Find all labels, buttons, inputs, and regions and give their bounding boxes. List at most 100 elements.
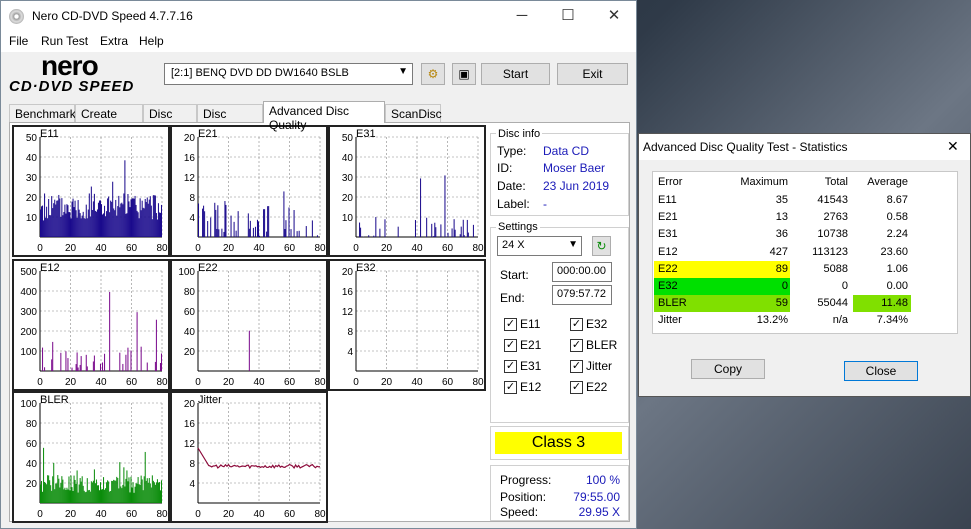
exit-button[interactable]: Exit xyxy=(557,63,628,85)
bar xyxy=(152,195,154,237)
disc-label-label: Label: xyxy=(497,197,530,211)
bar xyxy=(267,206,269,237)
bar xyxy=(46,484,48,503)
stats-cell-total: 10738 xyxy=(817,228,848,241)
bar xyxy=(152,480,154,503)
bar xyxy=(85,204,87,237)
tab-disc-quality[interactable]: Disc Quality xyxy=(197,104,263,135)
bar xyxy=(119,462,121,503)
bar xyxy=(82,485,84,503)
bar xyxy=(434,222,436,237)
y-tick-label: 20 xyxy=(342,267,354,278)
stats-cell-name: E12 xyxy=(658,245,678,258)
minimize-button[interactable]: ─ xyxy=(499,1,545,32)
y-tick-label: 4 xyxy=(189,479,195,490)
checkbox-bler[interactable]: ✓ xyxy=(570,339,583,352)
bar xyxy=(144,451,146,503)
bar xyxy=(73,475,75,503)
checkbox-e22[interactable]: ✓ xyxy=(570,381,583,394)
drive-select[interactable]: [2:1] BENQ DVD DD DW1640 BSLB ▼ xyxy=(164,63,413,85)
bar xyxy=(106,482,108,503)
x-tick-label: 40 xyxy=(95,377,107,388)
maximize-button[interactable]: ☐ xyxy=(545,1,591,32)
bar xyxy=(85,491,87,503)
y-tick-label: 10 xyxy=(26,213,38,224)
start-time-input[interactable]: 000:00.00 xyxy=(552,262,612,282)
checkbox-jitter[interactable]: ✓ xyxy=(570,360,583,373)
close-button[interactable]: Close xyxy=(844,361,918,381)
bar xyxy=(102,362,104,371)
floppy-disk-icon: ▣ xyxy=(458,67,470,81)
bar xyxy=(283,191,285,237)
speed-select[interactable]: 24 X ▼ xyxy=(497,236,582,256)
bar xyxy=(117,477,119,503)
bar xyxy=(154,484,156,503)
x-tick-label: 60 xyxy=(126,377,138,388)
bar xyxy=(43,447,45,503)
checkbox-e31[interactable]: ✓ xyxy=(504,360,517,373)
tab-create-disc[interactable]: Create Disc xyxy=(75,104,143,135)
bar xyxy=(79,213,81,237)
bar xyxy=(42,205,44,237)
tab-scandisc[interactable]: ScanDisc xyxy=(385,104,442,123)
save-button[interactable]: ▣ xyxy=(452,63,476,85)
bar xyxy=(151,219,153,237)
bar xyxy=(87,209,89,237)
bar xyxy=(47,475,49,503)
x-tick-label: 20 xyxy=(223,243,235,254)
stats-title: Advanced Disc Quality Test - Statistics xyxy=(643,140,848,154)
bar xyxy=(157,482,159,503)
y-tick-label: 20 xyxy=(26,193,38,204)
bar xyxy=(204,211,206,237)
bar xyxy=(159,363,161,371)
checkbox-e21[interactable]: ✓ xyxy=(504,339,517,352)
bar xyxy=(75,210,77,237)
bar xyxy=(51,196,53,237)
bar xyxy=(91,209,93,237)
checkbox-e32[interactable]: ✓ xyxy=(570,318,583,331)
bar xyxy=(110,490,112,503)
menu-run-test[interactable]: Run Test xyxy=(41,34,88,48)
bar xyxy=(50,215,52,237)
bar xyxy=(122,204,124,237)
checkbox-label: E12 xyxy=(520,380,542,394)
stats-cell-max: 13.2% xyxy=(756,314,788,327)
menu-file[interactable]: File xyxy=(9,34,28,48)
bar xyxy=(143,208,145,237)
copy-button[interactable]: Copy xyxy=(691,359,765,379)
bar xyxy=(76,217,78,237)
bar xyxy=(155,482,157,503)
tab-disc-info[interactable]: Disc Info xyxy=(143,104,197,135)
menu-help[interactable]: Help xyxy=(139,34,164,48)
bar xyxy=(64,204,66,237)
bar xyxy=(451,228,453,237)
bar xyxy=(94,483,96,503)
menu-extra[interactable]: Extra xyxy=(100,34,128,48)
bar xyxy=(125,354,127,371)
start-button[interactable]: Start xyxy=(481,63,550,85)
tab-benchmark[interactable]: Benchmark xyxy=(9,104,76,123)
stats-close-icon[interactable]: ✕ xyxy=(947,138,959,155)
drive-info-button[interactable]: ⚙ xyxy=(421,63,445,85)
x-tick-label: 40 xyxy=(253,243,265,254)
bar xyxy=(93,469,95,503)
y-tick-label: 50 xyxy=(26,133,38,144)
bar xyxy=(85,354,87,371)
progress-value: 100 % xyxy=(585,473,620,487)
bar xyxy=(112,181,114,237)
bar xyxy=(41,480,43,503)
bar xyxy=(40,484,42,503)
refresh-button[interactable]: ↻ xyxy=(592,236,611,256)
end-time-input[interactable]: 079:57.72 xyxy=(552,285,612,305)
close-window-button[interactable]: ✕ xyxy=(591,1,637,32)
checkbox-e12[interactable]: ✓ xyxy=(504,381,517,394)
bar xyxy=(160,353,162,371)
bar xyxy=(65,213,67,237)
bar xyxy=(73,207,75,237)
bar xyxy=(77,200,79,237)
checkbox-e11[interactable]: ✓ xyxy=(504,318,517,331)
bar xyxy=(128,477,130,503)
x-tick-label: 20 xyxy=(65,377,77,388)
tab-advanced-disc-quality[interactable]: Advanced Disc Quality xyxy=(263,101,385,132)
chart-e31: 0 20 40 60 80 10 20 30 40 50 E31 xyxy=(328,125,486,257)
